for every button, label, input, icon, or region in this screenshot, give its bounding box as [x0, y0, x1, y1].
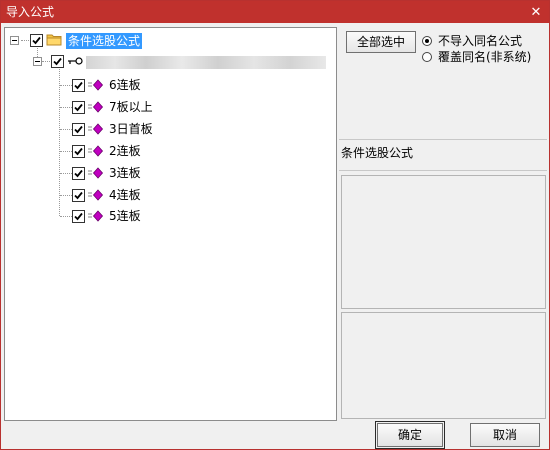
group-checkbox[interactable]: [51, 55, 64, 68]
radio-no-import-indicator[interactable]: [422, 36, 432, 46]
checkmark-icon: [32, 36, 41, 45]
item-checkbox[interactable]: [72, 101, 85, 114]
tree-line: [60, 195, 72, 196]
tree-item-label: 6连板: [109, 78, 141, 92]
item-checkbox[interactable]: [72, 79, 85, 92]
tree-item-label: 7板以上: [109, 100, 153, 114]
radio-no-import-label: 不导入同名公式: [438, 34, 523, 48]
diamond-formula-icon: [88, 145, 104, 157]
checkmark-icon: [74, 103, 83, 112]
item-checkbox[interactable]: [72, 167, 85, 180]
diamond-formula-icon: [88, 189, 104, 201]
diamond-formula-icon: [88, 101, 104, 113]
item-checkbox[interactable]: [72, 189, 85, 202]
radio-no-import[interactable]: 不导入同名公式: [422, 33, 522, 49]
close-icon: ✕: [530, 4, 542, 20]
radio-overwrite-indicator[interactable]: [422, 52, 432, 62]
tree-item-label: 3日首板: [109, 122, 153, 136]
checkmark-icon: [74, 81, 83, 90]
checkmark-icon: [53, 57, 62, 66]
tree-line: [60, 107, 72, 108]
root-expander[interactable]: [10, 36, 19, 45]
diamond-formula-icon: [88, 167, 104, 179]
close-button[interactable]: ✕: [527, 3, 545, 21]
checkmark-icon: [74, 147, 83, 156]
item-checkbox[interactable]: [72, 145, 85, 158]
formula-tree[interactable]: 条件选股公式 6连板 7板以上 3日首板 2连板 3连板 4连板 5连板: [4, 27, 337, 421]
title-bar: 导入公式 ✕: [1, 1, 549, 23]
key-icon: [68, 57, 83, 65]
detail-pane: [341, 312, 546, 419]
tree-item-label: 3连板: [109, 166, 141, 180]
window-title: 导入公式: [6, 5, 55, 19]
checkmark-icon: [74, 212, 83, 221]
description-pane: [341, 175, 546, 309]
tree-item-label: 4连板: [109, 188, 141, 202]
radio-overwrite[interactable]: 覆盖同名(非系统): [422, 49, 531, 65]
tree-line: [60, 85, 72, 86]
tree-line: [60, 151, 72, 152]
diamond-formula-icon: [88, 210, 104, 222]
checkmark-icon: [74, 169, 83, 178]
tree-item-label: 2连板: [109, 144, 141, 158]
tree-line: [59, 65, 60, 216]
ok-button[interactable]: 确定: [375, 421, 445, 449]
diamond-formula-icon: [88, 79, 104, 91]
import-formula-dialog: 导入公式 ✕ 条件选股公式 6连板 7板以上 3日首板 2连板 3连板 4连板 …: [0, 0, 550, 450]
radio-overwrite-label: 覆盖同名(非系统): [438, 50, 532, 64]
blurred-group-label: [86, 56, 326, 69]
category-text: 条件选股公式: [341, 146, 414, 160]
tree-root-label[interactable]: 条件选股公式: [66, 33, 143, 49]
tree-item-label: 5连板: [109, 209, 141, 223]
diamond-formula-icon: [88, 123, 104, 135]
item-checkbox[interactable]: [72, 210, 85, 223]
tree-line: [21, 40, 29, 41]
tree-line: [60, 129, 72, 130]
folder-icon: [46, 34, 62, 46]
root-checkbox[interactable]: [30, 34, 43, 47]
tree-line: [60, 173, 72, 174]
category-info-bar: 条件选股公式: [339, 139, 547, 171]
select-all-button[interactable]: 全部选中: [346, 31, 416, 53]
tree-line: [42, 61, 50, 62]
group-expander[interactable]: [33, 57, 42, 66]
tree-line: [60, 216, 72, 217]
item-checkbox[interactable]: [72, 123, 85, 136]
checkmark-icon: [74, 191, 83, 200]
checkmark-icon: [74, 125, 83, 134]
cancel-button[interactable]: 取消: [470, 423, 540, 447]
